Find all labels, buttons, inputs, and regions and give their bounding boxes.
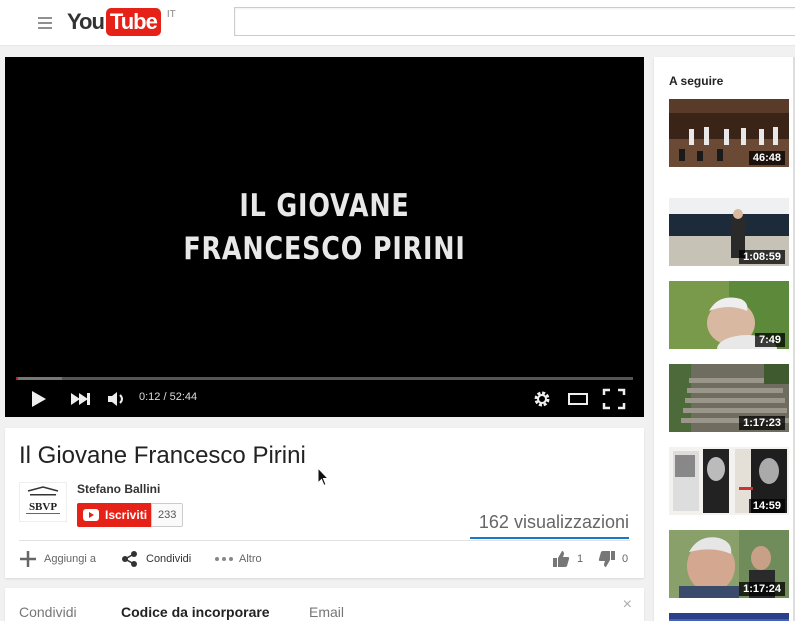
tab-embed-code[interactable]: Codice da incorporare [121, 604, 270, 620]
logo-tube-text: Tube [105, 8, 161, 36]
tab-email[interactable]: Email [309, 604, 344, 620]
thumbnail-item[interactable]: 1:08:59 [669, 198, 789, 266]
duration-badge: 1:17:23 [739, 416, 785, 430]
more-dots-icon [215, 557, 233, 561]
like-count: 1 [577, 553, 584, 565]
subscribe-label: Iscriviti [105, 508, 148, 522]
video-player[interactable]: IL GIOVANE FRANCESCO PIRINI 0:12 / 52:44 [5, 57, 644, 417]
like-button[interactable]: 1 [552, 550, 583, 568]
video-frame-title-line1: IL GIOVANE [239, 188, 410, 224]
watch-info-panel: Il Giovane Francesco Pirini SBVP Stefano… [5, 428, 644, 578]
duration-badge: 1:08:59 [739, 250, 785, 264]
thumbnail-item[interactable]: 1:17:23 [669, 364, 789, 432]
duration-badge: 1:17:24 [739, 582, 785, 596]
thumbs-up-icon [553, 551, 570, 567]
plus-icon [20, 551, 36, 567]
subscriber-count: 233 [151, 503, 184, 527]
subscribe-button[interactable]: Iscriviti [77, 503, 156, 527]
progress-bar[interactable] [16, 377, 633, 380]
guide-menu-icon[interactable] [36, 14, 54, 30]
share-panel: Condividi Codice da incorporare Email × [5, 588, 644, 621]
share-label: Condividi [146, 553, 192, 565]
more-button[interactable]: Altro [214, 550, 262, 568]
divider [19, 540, 630, 541]
time-display: 0:12 / 52:44 [139, 391, 198, 403]
masthead: You Tube IT [0, 0, 795, 46]
sentiment-bar [470, 537, 629, 539]
thumbnail-item[interactable]: 1:17:24 [669, 530, 789, 598]
thumbnail-item[interactable]: 7:49 [669, 281, 789, 349]
share-button[interactable]: Condividi [121, 550, 191, 568]
duration-badge: 7:49 [754, 333, 785, 347]
add-to-button[interactable]: Aggiungi a [19, 550, 96, 568]
youtube-logo[interactable]: You Tube IT [67, 7, 176, 37]
video-frame-title-line2: FRANCESCO PIRINI [183, 231, 466, 267]
channel-name-link[interactable]: Stefano Ballini [77, 482, 160, 496]
settings-gear-icon[interactable] [531, 387, 553, 411]
thumbnail-item[interactable] [669, 613, 789, 621]
progress-buffer [16, 377, 63, 380]
theater-mode-icon[interactable] [567, 387, 589, 411]
logo-country-code: IT [166, 9, 176, 20]
duration-badge: 46:48 [748, 151, 785, 165]
video-frame-title: IL GIOVANE FRANCESCO PIRINI [63, 185, 587, 271]
volume-icon[interactable] [106, 387, 128, 411]
play-icon[interactable] [29, 387, 49, 411]
dislike-count: 0 [622, 553, 629, 565]
channel-avatar[interactable]: SBVP [19, 482, 67, 522]
add-to-label: Aggiungi a [44, 553, 96, 565]
search-input[interactable] [234, 7, 795, 36]
progress-played [16, 377, 19, 380]
fullscreen-icon[interactable] [602, 387, 626, 411]
up-next-sidebar: A seguire 46:48 1:08:59 7:49 1:17:23 14:… [654, 57, 795, 621]
thumbnail-item[interactable]: 14:59 [669, 447, 789, 515]
close-share-icon[interactable]: × [623, 596, 632, 614]
video-title: Il Giovane Francesco Pirini [19, 442, 306, 469]
thumbnail-item[interactable]: 46:48 [669, 99, 789, 167]
next-icon[interactable] [69, 387, 91, 411]
more-label: Altro [239, 553, 262, 565]
share-icon [122, 551, 137, 567]
youtube-play-icon [83, 509, 99, 521]
dislike-button[interactable]: 0 [598, 550, 628, 568]
up-next-heading: A seguire [669, 74, 724, 88]
logo-you-text: You [67, 9, 105, 34]
tab-share[interactable]: Condividi [19, 604, 77, 620]
duration-badge: 14:59 [748, 499, 785, 513]
view-count: 162 visualizzazioni [478, 512, 629, 532]
avatar-text: SBVP [29, 501, 57, 513]
thumbs-down-icon [598, 551, 615, 567]
